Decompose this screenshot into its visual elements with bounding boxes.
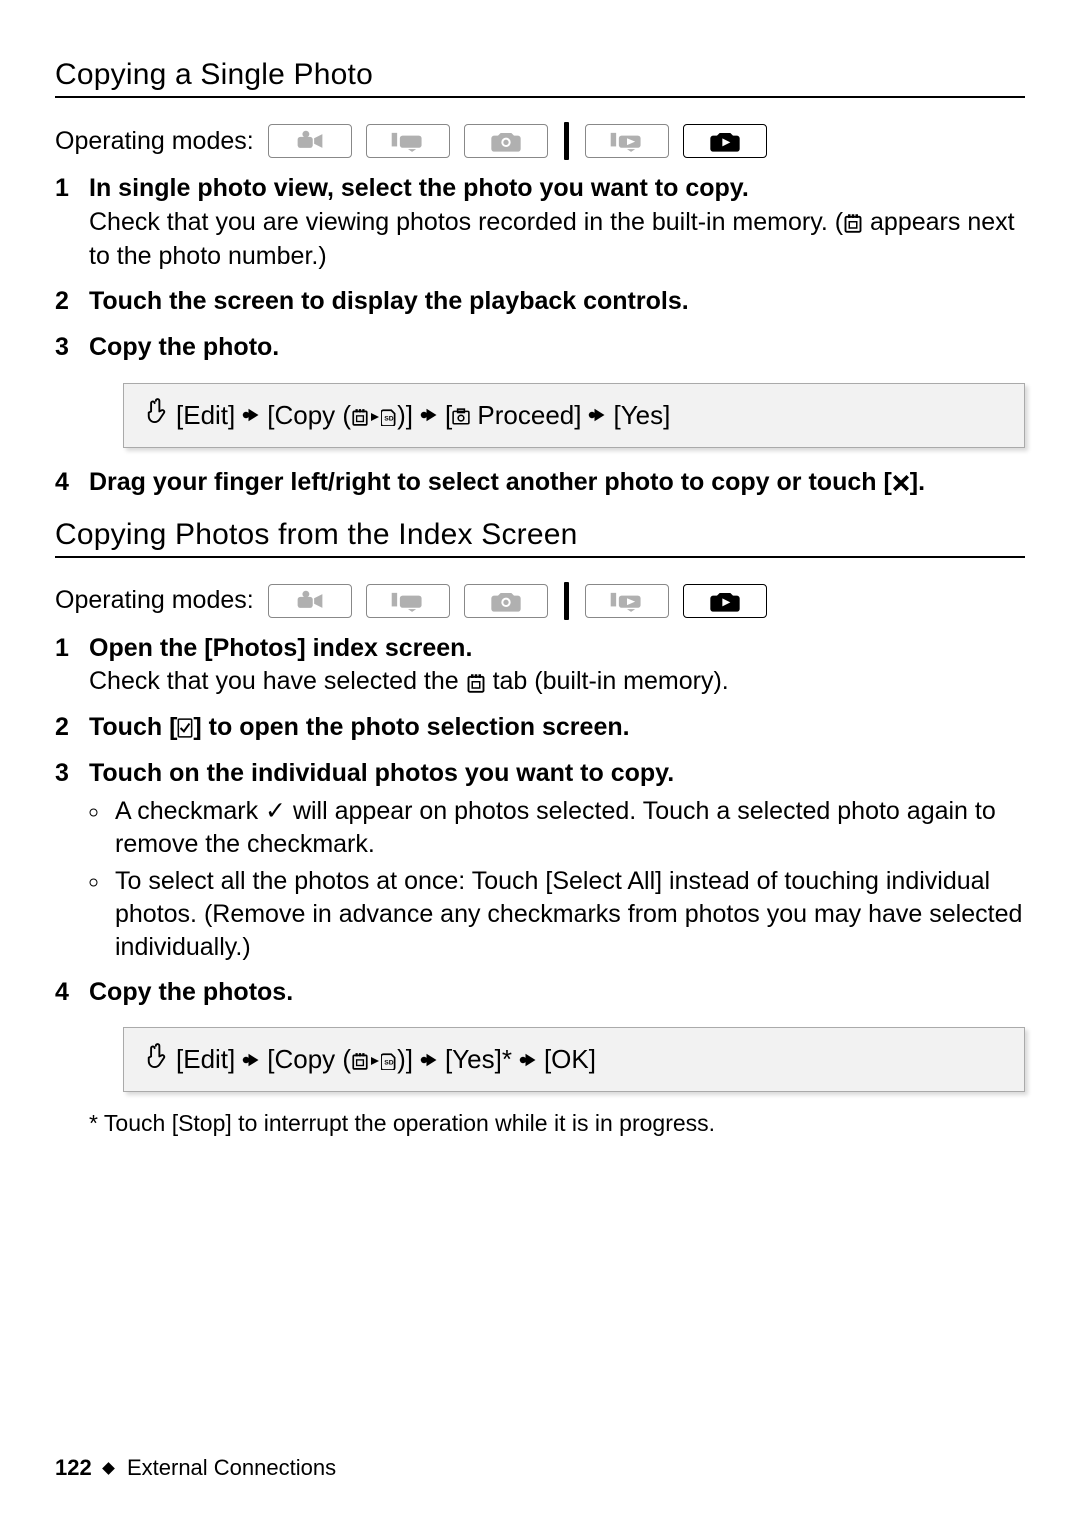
operating-modes-row-2: Operating modes:	[55, 582, 1025, 620]
steps-section2: Open the [Photos] index screen. Check th…	[55, 632, 1025, 1093]
memory-icon	[351, 1052, 369, 1070]
step-title: Copy the photo.	[89, 333, 279, 361]
step2-2: Touch [ ] to open the photo selection scr…	[55, 711, 1025, 745]
memory-icon	[351, 408, 369, 426]
photo-proceed-icon	[452, 408, 470, 426]
seq-yes: [Yes]	[613, 398, 670, 433]
arrow-right-icon	[369, 1055, 381, 1067]
chevron-icon	[241, 1050, 261, 1070]
text: [Copy (	[267, 400, 351, 430]
step2-3: Touch on the individual photos you want …	[55, 757, 1025, 964]
chevron-icon	[241, 405, 261, 425]
bullet-2: To select all the photos at once: Touch …	[111, 865, 1025, 964]
mode-divider	[564, 582, 569, 620]
diamond-icon	[102, 1462, 115, 1475]
step-title: Touch the screen to display the playback…	[89, 287, 689, 315]
seq-yes-star: [Yes]*	[445, 1042, 512, 1077]
step-title: Open the [Photos] index screen.	[89, 634, 472, 662]
close-x-icon	[892, 474, 910, 492]
arrow-right-icon	[369, 411, 381, 423]
page-footer: 122 External Connections	[55, 1455, 336, 1481]
chevron-icon	[419, 405, 439, 425]
text: ].	[910, 468, 925, 496]
step-title: In single photo view, select the photo y…	[89, 174, 749, 202]
seq-proceed: [ Proceed]	[445, 398, 582, 433]
section-title-copy-single: Copying a Single Photo	[55, 58, 1025, 98]
step-bullets: A checkmark ✓ will appear on photos sele…	[89, 795, 1025, 964]
sd-card-icon	[381, 408, 397, 426]
text: Drag your finger left/right to select an…	[89, 468, 892, 496]
text: Touch [	[89, 713, 177, 741]
chevron-icon	[587, 405, 607, 425]
text: )]	[397, 400, 413, 430]
bullet-1: A checkmark ✓ will appear on photos sele…	[111, 795, 1025, 861]
memory-icon	[466, 673, 486, 693]
seq-ok: [OK]	[544, 1042, 596, 1077]
step-body: Check that you are viewing photos record…	[89, 206, 1025, 274]
operating-modes-label: Operating modes:	[55, 586, 254, 615]
step1-4: Drag your finger left/right to select an…	[55, 466, 1025, 500]
step1-3: Copy the photo. [Edit] [Copy ()] [ Proce…	[55, 331, 1025, 448]
step-title: Touch on the individual photos you want …	[89, 759, 674, 787]
mode-play-film-icon	[585, 584, 669, 618]
seq-edit: [Edit]	[176, 398, 235, 433]
seq-edit: [Edit]	[176, 1042, 235, 1077]
page-number: 122	[55, 1455, 92, 1480]
mode-camera-icon	[464, 124, 548, 158]
text: Check that you are viewing photos record…	[89, 208, 843, 236]
mode-record-icon	[366, 584, 450, 618]
check-doc-icon	[177, 718, 193, 738]
chevron-icon	[518, 1050, 538, 1070]
text: ] to open the photo selection screen.	[193, 713, 629, 741]
mode-camera-icon	[464, 584, 548, 618]
mode-camcorder-icon	[268, 584, 352, 618]
chevron-icon	[419, 1050, 439, 1070]
step-title: Drag your finger left/right to select an…	[89, 468, 925, 496]
step-body: Check that you have selected the tab (bu…	[89, 665, 1025, 699]
text: Proceed]	[470, 400, 581, 430]
touch-hand-icon	[144, 398, 170, 432]
seq-copy: [Copy ()]	[267, 1042, 413, 1077]
touch-sequence-2: [Edit] [Copy ()] [Yes]* [OK]	[123, 1027, 1025, 1092]
mode-record-icon	[366, 124, 450, 158]
mode-play-photo-icon	[683, 584, 767, 618]
sd-card-icon	[381, 1052, 397, 1070]
step-title: Copy the photos.	[89, 978, 293, 1006]
step-title: Touch [ ] to open the photo selection scr…	[89, 713, 630, 741]
touch-sequence-1: [Edit] [Copy ()] [ Proceed] [Yes]	[123, 383, 1025, 448]
mode-play-photo-icon	[683, 124, 767, 158]
mode-play-film-icon	[585, 124, 669, 158]
steps-section1: In single photo view, select the photo y…	[55, 172, 1025, 500]
section-title-copy-index: Copying Photos from the Index Screen	[55, 518, 1025, 558]
operating-modes-row-1: Operating modes:	[55, 122, 1025, 160]
mode-divider	[564, 122, 569, 160]
touch-hand-icon	[144, 1043, 170, 1077]
text: [Copy (	[267, 1044, 351, 1074]
step1-2: Touch the screen to display the playback…	[55, 285, 1025, 319]
seq-copy: [Copy ()]	[267, 398, 413, 433]
mode-camcorder-icon	[268, 124, 352, 158]
footer-section: External Connections	[127, 1455, 336, 1480]
text: tab (built-in memory).	[486, 667, 729, 695]
text: )]	[397, 1044, 413, 1074]
text: [	[445, 400, 452, 430]
step2-4: Copy the photos. [Edit] [Copy ()] [Yes]*…	[55, 976, 1025, 1093]
text: Check that you have selected the	[89, 667, 466, 695]
memory-icon	[843, 213, 863, 233]
operating-modes-label: Operating modes:	[55, 127, 254, 156]
step1-1: In single photo view, select the photo y…	[55, 172, 1025, 273]
footnote: * Touch [Stop] to interrupt the operatio…	[89, 1110, 1025, 1137]
step2-1: Open the [Photos] index screen. Check th…	[55, 632, 1025, 700]
